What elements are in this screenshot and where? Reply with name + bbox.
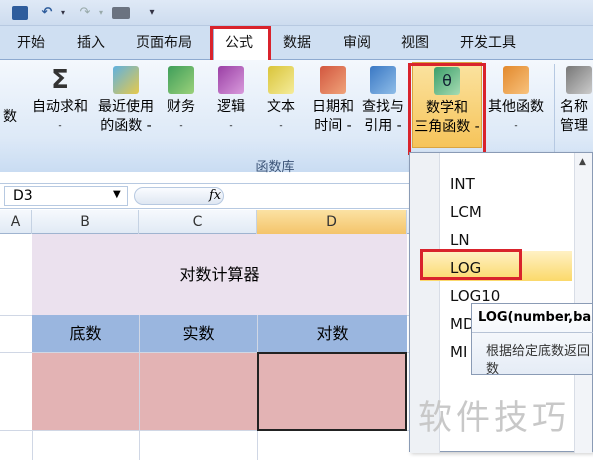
recent-label-2: 的函数 - bbox=[100, 118, 152, 134]
undo-icon[interactable]: ↶ bbox=[38, 4, 56, 22]
ribbon-separator bbox=[554, 64, 555, 164]
logical-dropdown-icon: - bbox=[229, 121, 233, 131]
name-box[interactable]: D3 ▼ bbox=[4, 186, 128, 206]
scroll-up-icon[interactable]: ▲ bbox=[579, 157, 586, 167]
name-mgr-label-2: 管理 bbox=[560, 118, 588, 134]
column-header-b[interactable]: B bbox=[32, 210, 139, 234]
name-mgr-label-1: 名称 bbox=[560, 99, 588, 115]
column-header-a[interactable]: A bbox=[0, 210, 32, 234]
recent-functions-button[interactable]: 最近使用 的函数 - bbox=[94, 66, 158, 146]
list-item-ln[interactable]: LN bbox=[450, 231, 470, 249]
save-icon[interactable] bbox=[12, 6, 28, 20]
watermark: 软件技巧 bbox=[418, 398, 570, 438]
more-functions-button[interactable]: 其他函数 - bbox=[484, 66, 548, 146]
autosum-button[interactable]: Σ 自动求和 - bbox=[28, 66, 92, 146]
logical-button[interactable]: 逻辑 - bbox=[212, 66, 250, 146]
text-dropdown-icon: - bbox=[279, 121, 283, 131]
name-box-value: D3 bbox=[13, 188, 33, 204]
tab-review[interactable]: 审阅 bbox=[343, 34, 371, 52]
formula-controls: fx bbox=[134, 187, 224, 205]
insert-function-icon[interactable]: fx bbox=[209, 188, 221, 203]
column-header-c[interactable]: C bbox=[139, 210, 257, 234]
quick-access-toolbar: ↶ ▾ ↷ ▾ ▾ bbox=[0, 0, 593, 26]
lookup-label-2: 引用 - bbox=[364, 118, 402, 134]
header-log-cell[interactable]: 对数 bbox=[258, 315, 407, 352]
sigma-icon: Σ bbox=[51, 65, 69, 95]
list-item-mi[interactable]: MI bbox=[450, 343, 467, 361]
datetime-label-2: 时间 - bbox=[314, 118, 352, 134]
lookup-icon bbox=[370, 66, 396, 94]
list-item-lcm[interactable]: LCM bbox=[450, 203, 482, 221]
header-base-cell[interactable]: 底数 bbox=[32, 315, 139, 352]
more-label: 其他函数 bbox=[488, 99, 544, 115]
redo-icon[interactable]: ↷ bbox=[76, 4, 94, 22]
tab-insert[interactable]: 插入 bbox=[77, 34, 105, 52]
function-tooltip: LOG(number,ba 根据给定底数返回 数 bbox=[471, 303, 593, 377]
text-button[interactable]: 文本 - bbox=[262, 66, 300, 146]
datetime-label-1: 日期和 bbox=[312, 99, 354, 115]
datetime-button[interactable]: 日期和 时间 - bbox=[308, 66, 358, 146]
math-trig-highlight bbox=[408, 63, 486, 155]
logical-label: 逻辑 bbox=[217, 99, 245, 115]
more-functions-icon bbox=[503, 66, 529, 94]
undo-dropdown-icon[interactable]: ▾ bbox=[58, 4, 68, 22]
formulas-tab-highlight bbox=[210, 26, 271, 63]
customize-toolbar-icon[interactable]: ▾ bbox=[146, 4, 158, 22]
list-item-int[interactable]: INT bbox=[450, 175, 475, 193]
log-item-highlight bbox=[420, 249, 522, 280]
text-label: 文本 bbox=[267, 99, 295, 115]
text-icon bbox=[268, 66, 294, 94]
partial-item bbox=[450, 147, 490, 157]
autosum-label: 自动求和 bbox=[32, 99, 88, 115]
partial-button[interactable]: 数 bbox=[0, 108, 20, 188]
header-real-cell[interactable]: 实数 bbox=[140, 315, 257, 352]
real-input-cell[interactable] bbox=[140, 353, 257, 430]
selected-cell-d3[interactable] bbox=[257, 352, 407, 431]
calculator-title-cell[interactable]: 对数计算器 bbox=[32, 234, 407, 315]
datetime-icon bbox=[320, 66, 346, 94]
tab-developer[interactable]: 开发工具 bbox=[460, 34, 516, 52]
tab-start[interactable]: 开始 bbox=[17, 34, 45, 52]
financial-icon bbox=[168, 66, 194, 94]
tab-page-layout[interactable]: 页面布局 bbox=[136, 34, 192, 52]
lookup-button[interactable]: 查找与 引用 - bbox=[358, 66, 408, 146]
recent-label-1: 最近使用 bbox=[98, 99, 154, 115]
base-input-cell[interactable] bbox=[32, 353, 139, 430]
ribbon-tab-bar: 开始 插入 页面布局 公式 数据 审阅 视图 开发工具 bbox=[0, 26, 593, 61]
autosum-dropdown-icon: - bbox=[58, 121, 62, 131]
name-manager-icon bbox=[566, 66, 592, 94]
more-dropdown-icon: - bbox=[514, 121, 518, 131]
name-manager-button[interactable]: 名称 管理 bbox=[560, 66, 593, 146]
tab-view[interactable]: 视图 bbox=[401, 34, 429, 52]
tooltip-signature: LOG(number,ba bbox=[478, 310, 592, 325]
financial-label: 财务 bbox=[167, 99, 195, 115]
partial-label: 数 bbox=[3, 109, 17, 125]
financial-dropdown-icon: - bbox=[179, 121, 183, 131]
camera-icon[interactable] bbox=[112, 7, 130, 19]
tooltip-divider bbox=[472, 332, 593, 333]
redo-dropdown-icon[interactable]: ▾ bbox=[96, 4, 106, 22]
name-box-dropdown-icon[interactable]: ▼ bbox=[113, 189, 121, 200]
tab-data[interactable]: 数据 bbox=[283, 34, 311, 52]
tooltip-description-1: 根据给定底数返回 bbox=[486, 344, 591, 359]
financial-button[interactable]: 财务 - bbox=[162, 66, 200, 146]
column-header-d[interactable]: D bbox=[257, 210, 407, 234]
logical-icon bbox=[218, 66, 244, 94]
function-library-group-label: 函数库 bbox=[255, 160, 295, 175]
lookup-label-1: 查找与 bbox=[362, 99, 404, 115]
tooltip-description-2: 数 bbox=[486, 362, 500, 377]
recent-functions-icon bbox=[113, 66, 139, 94]
